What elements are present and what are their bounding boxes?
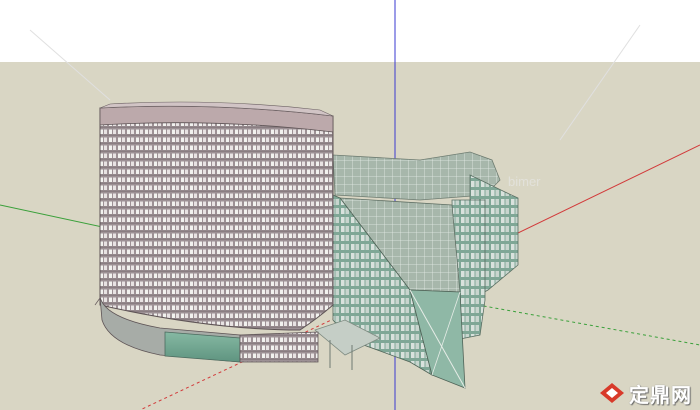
site-watermark: 定鼎网 [599, 380, 692, 407]
tower-facade [99, 105, 334, 331]
watermark-logo-icon [600, 383, 624, 403]
3d-viewport[interactable]: bimer 定鼎网 [0, 0, 700, 410]
tower-base-right [239, 331, 319, 363]
watermark-text: 定鼎网 [629, 382, 692, 407]
scene-svg: bimer [0, 0, 700, 410]
faint-watermark: bimer [508, 174, 541, 189]
